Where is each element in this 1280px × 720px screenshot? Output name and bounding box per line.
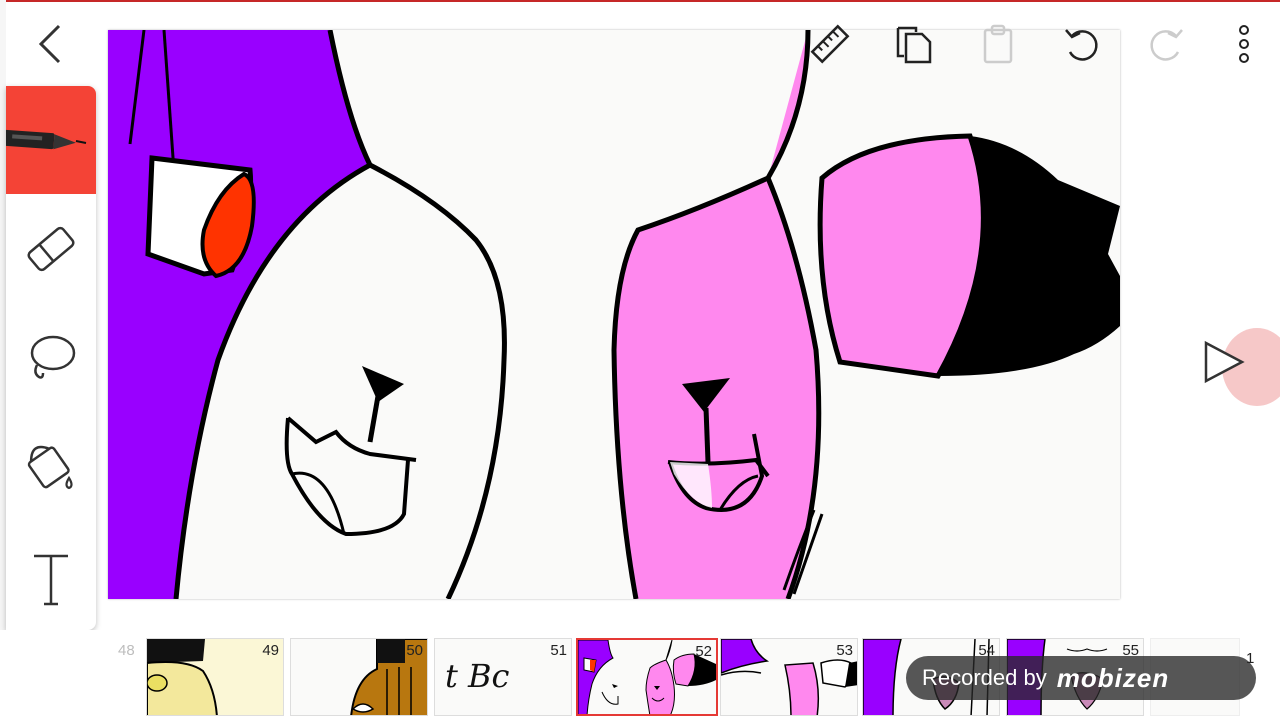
redo-button[interactable]	[1144, 22, 1188, 66]
fill-tool-button[interactable]	[6, 430, 96, 502]
frame-number: 51	[550, 642, 567, 659]
chevron-left-icon	[38, 24, 61, 64]
drawing-artwork	[108, 30, 1120, 599]
frame-number: 52	[695, 643, 712, 660]
ruler-button[interactable]	[808, 22, 852, 66]
play-icon	[1204, 340, 1245, 384]
tool-panel	[6, 86, 96, 630]
copy-icon	[896, 26, 932, 64]
watermark-brand: mobizen	[1056, 662, 1170, 693]
pen-tool-button[interactable]	[6, 86, 96, 194]
frame-sketch-text: t Bc	[445, 657, 510, 695]
frame-number: 49	[262, 642, 279, 659]
frame-number: 53	[836, 642, 853, 659]
copy-frame-button[interactable]	[892, 22, 936, 66]
frame-thumbnail-50[interactable]: 50	[290, 638, 428, 716]
eraser-icon	[27, 226, 75, 272]
paste-icon	[983, 24, 1013, 64]
lasso-icon	[30, 335, 76, 379]
eraser-tool-button[interactable]	[6, 214, 96, 284]
undo-icon	[1065, 29, 1098, 61]
watermark-text: Recorded by	[922, 665, 1047, 690]
text-tool-button[interactable]	[6, 542, 96, 618]
recorder-watermark: Recorded by mobizen	[906, 656, 1256, 700]
frame-thumbnail-52[interactable]: 52	[576, 638, 718, 716]
back-button[interactable]	[28, 22, 72, 66]
ruler-icon	[810, 24, 850, 64]
undo-button[interactable]	[1060, 22, 1104, 66]
frame-number: 50	[406, 642, 423, 659]
pen-icon	[6, 129, 87, 150]
more-options-button[interactable]	[1222, 22, 1266, 66]
frame-number: 48	[118, 642, 135, 659]
drawing-canvas[interactable]	[108, 30, 1120, 599]
paint-bucket-icon	[27, 445, 73, 490]
top-edge	[0, 0, 1280, 2]
more-vertical-icon	[1239, 25, 1249, 63]
play-button[interactable]	[1198, 338, 1248, 386]
redo-icon	[1150, 29, 1183, 61]
frame-thumbnail-49[interactable]: 49	[146, 638, 284, 716]
lasso-tool-button[interactable]	[6, 322, 96, 392]
paste-frame-button[interactable]	[976, 22, 1020, 66]
frame-thumbnail-53[interactable]: 53	[720, 638, 858, 716]
text-icon	[34, 554, 68, 606]
frame-thumbnail-51[interactable]: t Bc 51	[434, 638, 572, 716]
